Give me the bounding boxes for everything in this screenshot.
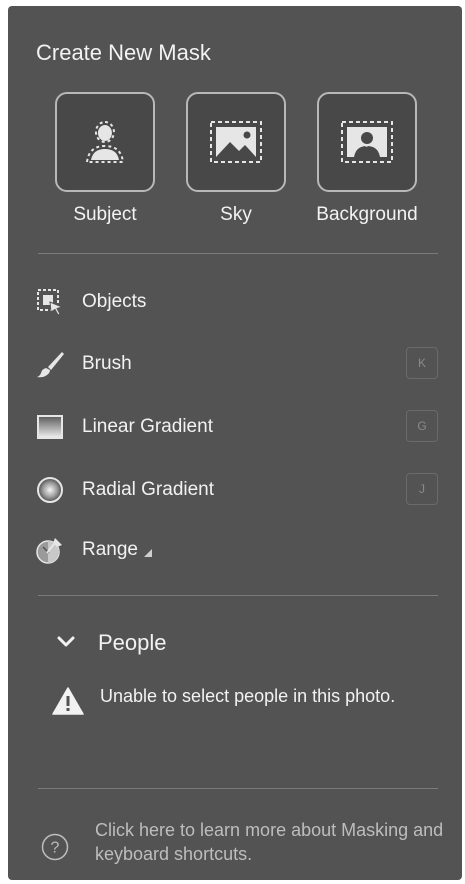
brush-icon bbox=[34, 348, 66, 380]
subject-label: Subject bbox=[73, 204, 137, 225]
masking-panel: Create New Mask Subject Sky Background O… bbox=[8, 6, 462, 880]
range-icon bbox=[34, 534, 66, 566]
submenu-arrow-icon bbox=[144, 549, 152, 557]
background-button[interactable] bbox=[317, 92, 417, 192]
shortcut-key-badge: G bbox=[406, 410, 438, 442]
shortcut-key-badge: J bbox=[406, 473, 438, 505]
people-warning-message: Unable to select people in this photo. bbox=[100, 686, 396, 706]
linear-gradient-label: Linear Gradient bbox=[82, 416, 213, 437]
tool-brush[interactable]: Brush K bbox=[34, 346, 444, 382]
sky-label: Sky bbox=[220, 204, 252, 225]
svg-text:?: ? bbox=[51, 840, 60, 857]
help-link[interactable]: Click here to learn more about Masking a… bbox=[95, 818, 445, 866]
sky-button[interactable] bbox=[186, 92, 286, 192]
tool-linear-gradient[interactable]: Linear Gradient G bbox=[34, 409, 444, 445]
divider bbox=[38, 788, 438, 789]
radial-gradient-label: Radial Gradient bbox=[82, 479, 215, 500]
range-label-text: Range bbox=[82, 539, 138, 560]
people-label: People bbox=[98, 630, 167, 655]
help-icon[interactable]: ? bbox=[40, 832, 70, 862]
linear-gradient-icon bbox=[34, 411, 66, 443]
objects-icon bbox=[34, 286, 66, 318]
people-section-toggle[interactable]: People bbox=[56, 628, 256, 658]
panel-title: Create New Mask bbox=[36, 40, 211, 65]
background-label: Background bbox=[316, 204, 418, 225]
warning-icon bbox=[52, 687, 84, 715]
tool-radial-gradient[interactable]: Radial Gradient J bbox=[34, 472, 444, 508]
sky-icon bbox=[210, 121, 262, 163]
divider bbox=[38, 595, 438, 596]
background-icon bbox=[341, 121, 393, 163]
tool-range[interactable]: Range bbox=[34, 532, 444, 568]
chevron-down-icon bbox=[57, 636, 75, 647]
range-label: Range bbox=[82, 539, 152, 561]
shortcut-key-badge: K bbox=[406, 347, 438, 379]
objects-label: Objects bbox=[82, 291, 147, 312]
radial-gradient-icon bbox=[34, 474, 66, 506]
subject-icon bbox=[85, 121, 125, 163]
brush-label: Brush bbox=[82, 353, 132, 374]
divider bbox=[38, 253, 438, 254]
subject-button[interactable] bbox=[55, 92, 155, 192]
tool-objects[interactable]: Objects bbox=[34, 284, 444, 320]
